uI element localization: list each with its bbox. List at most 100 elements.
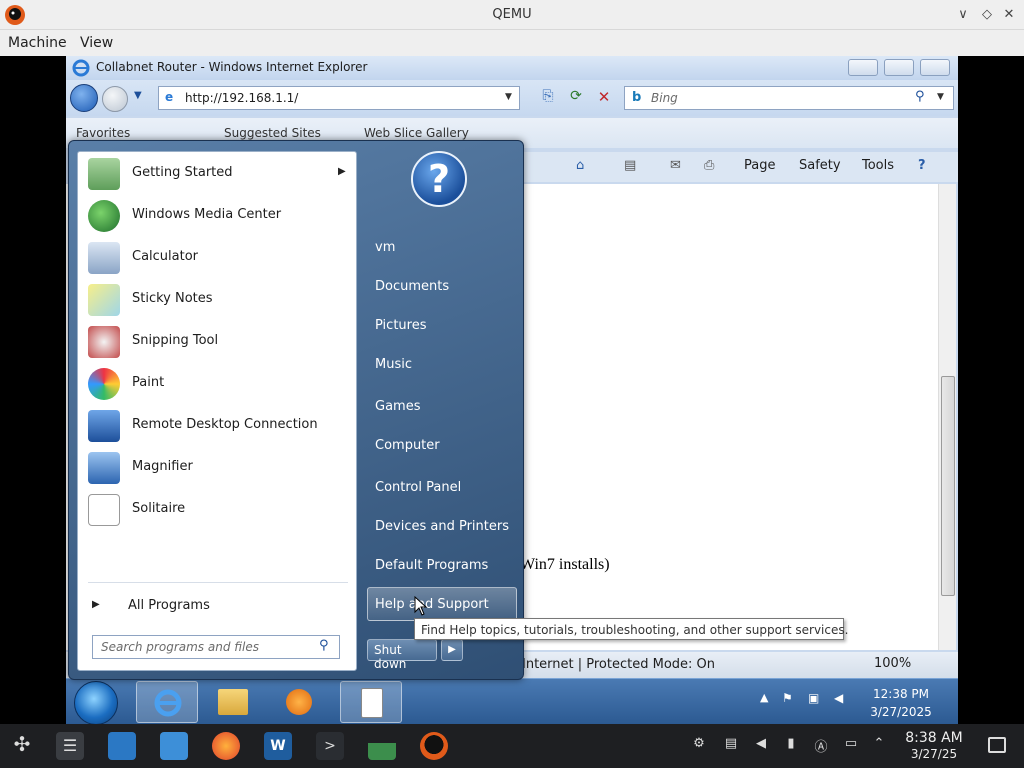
- address-dropdown-icon[interactable]: ▼: [505, 92, 512, 102]
- place-label: Devices and Printers: [375, 519, 509, 534]
- tray-show-hidden-icon[interactable]: ▲: [760, 691, 768, 704]
- forward-button[interactable]: [102, 86, 128, 112]
- menu-view[interactable]: View: [80, 35, 113, 51]
- address-bar[interactable]: e http://192.168.1.1/ ▼: [158, 86, 520, 110]
- taskbar-media-player[interactable]: [268, 681, 330, 723]
- help-icon[interactable]: ?: [918, 158, 926, 173]
- feeds-icon[interactable]: ▤: [624, 158, 636, 173]
- search-dropdown-icon[interactable]: ▼: [937, 92, 944, 102]
- program-sticky-notes[interactable]: Sticky Notes: [82, 280, 352, 320]
- search-icon[interactable]: ⚲: [915, 89, 925, 104]
- ie-window-title: Collabnet Router - Windows Internet Expl…: [96, 60, 368, 74]
- taskbar-explorer[interactable]: [202, 681, 264, 723]
- compat-view-icon[interactable]: ⎘: [538, 88, 558, 108]
- minimize-button[interactable]: ∨: [954, 6, 972, 24]
- shutdown-options-button[interactable]: ▶: [441, 639, 463, 661]
- all-programs-arrow-icon: ▶: [92, 599, 100, 610]
- place-user[interactable]: vm: [361, 231, 517, 265]
- tray-share-icon[interactable]: ⚙: [690, 736, 708, 754]
- app-launcher-icon[interactable]: ✣: [8, 732, 36, 760]
- maximize-button[interactable]: ◇: [978, 6, 996, 24]
- firefox-icon[interactable]: [212, 732, 240, 760]
- settings-icon[interactable]: ☰: [56, 732, 84, 760]
- tools-menu[interactable]: Tools: [862, 158, 894, 173]
- program-label: Magnifier: [132, 459, 193, 474]
- tray-expand-icon[interactable]: ⌃: [870, 736, 888, 754]
- history-dropdown-icon[interactable]: ▼: [134, 90, 142, 101]
- all-programs-button[interactable]: ▶ All Programs: [82, 592, 352, 622]
- refresh-icon[interactable]: ⟳: [566, 88, 586, 108]
- clipboard-icon[interactable]: ▤: [722, 736, 740, 754]
- files-icon[interactable]: [160, 732, 188, 760]
- place-help-support[interactable]: Help and Support: [367, 587, 517, 621]
- display-icon[interactable]: ▭: [842, 736, 860, 754]
- program-label: Solitaire: [132, 501, 186, 516]
- mail-icon[interactable]: ✉: [670, 158, 681, 173]
- place-default-programs[interactable]: Default Programs: [361, 549, 517, 583]
- volume-icon[interactable]: ◀: [834, 691, 843, 705]
- program-getting-started[interactable]: Getting Started ▶: [82, 154, 352, 194]
- qemu-taskbar-icon[interactable]: [420, 732, 448, 760]
- place-music[interactable]: Music: [361, 348, 517, 382]
- store-icon[interactable]: [108, 732, 136, 760]
- usb-icon[interactable]: ▮: [782, 736, 800, 754]
- suggested-sites-link[interactable]: Suggested Sites: [224, 126, 321, 140]
- help-picture-icon: ?: [411, 151, 467, 207]
- action-center-icon[interactable]: ⚑: [782, 691, 793, 705]
- program-snipping-tool[interactable]: Snipping Tool: [82, 322, 352, 362]
- start-orb[interactable]: [74, 681, 118, 724]
- ie-close-button[interactable]: [920, 59, 950, 76]
- vertical-scrollbar[interactable]: [938, 184, 956, 650]
- place-label: vm: [375, 240, 396, 255]
- web-slice-gallery-link[interactable]: Web Slice Gallery: [364, 126, 469, 140]
- home-icon[interactable]: ⌂: [576, 158, 584, 173]
- print-icon[interactable]: ⎙: [704, 158, 714, 173]
- back-button[interactable]: [70, 84, 98, 112]
- system-monitor-icon[interactable]: [368, 732, 396, 760]
- place-devices-printers[interactable]: Devices and Printers: [361, 510, 517, 544]
- page-menu[interactable]: Page: [744, 158, 775, 173]
- command-bar: ⌂ ▤ ✉ ⎙ Page Safety Tools ?: [522, 152, 958, 182]
- place-label: Pictures: [375, 318, 427, 333]
- show-desktop-icon[interactable]: [988, 737, 1006, 753]
- ie-minimize-button[interactable]: [848, 59, 878, 76]
- guest-clock[interactable]: 12:38 PM 3/27/2025: [856, 685, 946, 721]
- place-control-panel[interactable]: Control Panel: [361, 471, 517, 505]
- program-paint[interactable]: Paint: [82, 364, 352, 404]
- terminal-icon[interactable]: >: [316, 732, 344, 760]
- network-icon[interactable]: ▣: [808, 691, 819, 705]
- scrollbar-thumb[interactable]: [941, 376, 955, 596]
- mute-icon[interactable]: ◀: [752, 736, 770, 754]
- menu-machine[interactable]: Machine: [8, 35, 67, 51]
- place-label: Default Programs: [375, 558, 489, 573]
- place-pictures[interactable]: Pictures: [361, 309, 517, 343]
- shutdown-button[interactable]: Shut down: [367, 639, 437, 671]
- host-taskbar: ✣ ☰ W > ⚙ ▤ ◀ ▮ Ⓐ ▭ ⌃ 8:38 AM 3/27/25: [0, 724, 1024, 768]
- accessibility-icon[interactable]: Ⓐ: [812, 736, 830, 755]
- place-computer[interactable]: Computer: [361, 429, 517, 463]
- program-calculator[interactable]: Calculator: [82, 238, 352, 278]
- search-box[interactable]: b Bing ⚲ ▼: [624, 86, 954, 110]
- ie-maximize-button[interactable]: [884, 59, 914, 76]
- taskbar-ie[interactable]: [136, 681, 198, 723]
- place-documents[interactable]: Documents: [361, 270, 517, 304]
- program-solitaire[interactable]: Solitaire: [82, 490, 352, 530]
- stop-icon[interactable]: ✕: [594, 88, 614, 108]
- zoom-level[interactable]: 100%: [874, 656, 911, 671]
- host-clock[interactable]: 8:38 AM 3/27/25: [896, 730, 972, 762]
- bing-icon: b: [632, 90, 642, 105]
- submenu-arrow-icon: ▶: [338, 166, 346, 177]
- program-remote-desktop[interactable]: Remote Desktop Connection: [82, 406, 352, 446]
- writer-icon[interactable]: W: [264, 732, 292, 760]
- start-search-input[interactable]: Search programs and files ⚲: [92, 635, 340, 659]
- close-button[interactable]: ✕: [1000, 6, 1018, 24]
- favorites-button[interactable]: Favorites: [76, 126, 130, 140]
- program-magnifier[interactable]: Magnifier: [82, 448, 352, 488]
- guest-screen: Collabnet Router - Windows Internet Expl…: [66, 56, 958, 724]
- place-label: Music: [375, 357, 412, 372]
- program-label: Getting Started: [132, 165, 233, 180]
- program-media-center[interactable]: Windows Media Center: [82, 196, 352, 236]
- safety-menu[interactable]: Safety: [799, 158, 841, 173]
- taskbar-solitaire[interactable]: [340, 681, 402, 723]
- place-games[interactable]: Games: [361, 390, 517, 424]
